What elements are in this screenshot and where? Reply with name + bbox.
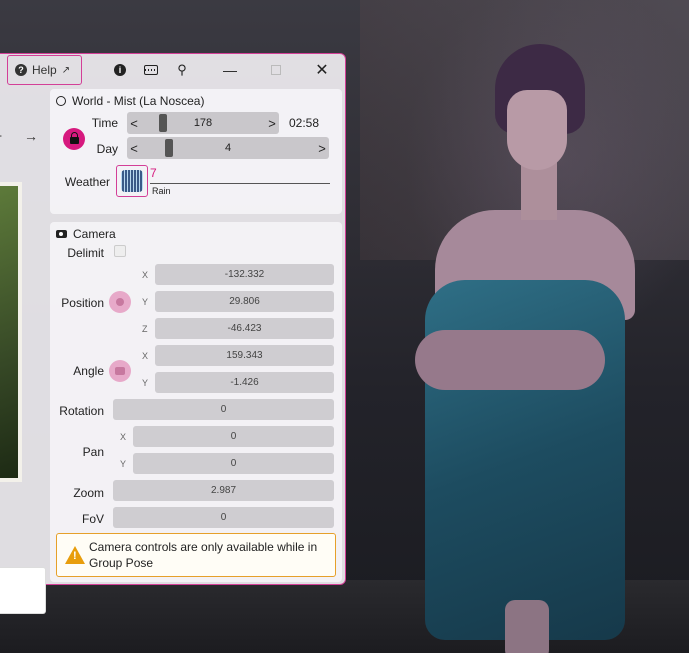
weather-label: Weather	[64, 175, 110, 189]
position-person-icon[interactable]	[109, 291, 131, 313]
left-pane: - →	[0, 86, 48, 614]
world-title: World - Mist (La Noscea)	[72, 94, 205, 108]
group-pose-notice: Camera controls are only available while…	[56, 533, 336, 577]
world-panel: World - Mist (La Noscea) Time < 178 > 02…	[50, 89, 342, 214]
chevron-left-icon[interactable]: <	[127, 141, 141, 156]
weather-id-input[interactable]: 7	[150, 166, 157, 180]
fov-field[interactable]: 0	[113, 507, 334, 528]
angle-camera-icon[interactable]	[109, 360, 131, 382]
position-label: Position	[61, 296, 104, 310]
help-button[interactable]: ? Help ↗	[7, 55, 82, 85]
zoom-label: Zoom	[73, 486, 104, 500]
character-arms	[415, 330, 605, 390]
world-header: World - Mist (La Noscea)	[56, 94, 204, 108]
chevron-left-icon[interactable]: <	[127, 116, 141, 131]
chevron-right-icon[interactable]: >	[265, 116, 279, 131]
delimit-checkbox[interactable]	[114, 245, 126, 257]
angle-label: Angle	[73, 364, 104, 378]
time-slider[interactable]: < 178 >	[127, 112, 279, 134]
position-z-axis: Z	[142, 324, 148, 334]
position-x-field[interactable]: -132.332	[155, 264, 334, 285]
notice-text: Camera controls are only available while…	[89, 540, 318, 570]
chevron-right-icon[interactable]: >	[315, 141, 329, 156]
maximize-icon[interactable]	[268, 62, 284, 78]
zoom-field[interactable]: 2.987	[113, 480, 334, 501]
rotation-label: Rotation	[59, 404, 104, 418]
day-slider[interactable]: < 4 >	[127, 137, 329, 159]
preview-image	[0, 182, 22, 482]
pan-label: Pan	[82, 445, 104, 459]
weather-icon-button[interactable]	[116, 165, 148, 197]
camera-header: Camera	[56, 227, 116, 241]
position-y-field[interactable]: 29.806	[155, 291, 334, 312]
arrow-left-icon[interactable]: -	[0, 128, 2, 142]
angle-y-field[interactable]: -1.426	[155, 372, 334, 393]
position-z-field[interactable]: -46.423	[155, 318, 334, 339]
angle-y-axis: Y	[142, 378, 149, 388]
camera-icon	[56, 230, 67, 238]
weather-name: Rain	[152, 186, 171, 196]
angle-x-axis: X	[142, 351, 149, 361]
minimize-icon[interactable]: —	[222, 62, 238, 78]
day-label: Day	[96, 142, 118, 156]
day-slider-thumb[interactable]	[165, 139, 173, 157]
rain-icon	[121, 170, 143, 192]
camera-title: Camera	[73, 227, 116, 241]
info-icon[interactable]: i	[112, 62, 128, 78]
external-link-icon: ↗	[61, 64, 71, 76]
lock-icon	[69, 132, 79, 144]
help-label: Help	[32, 63, 57, 77]
time-label: Time	[91, 116, 118, 130]
arrow-right-icon[interactable]: →	[24, 128, 38, 144]
warning-icon	[65, 546, 85, 564]
keyboard-icon[interactable]	[143, 62, 159, 78]
time-clock: 02:58	[289, 116, 320, 130]
tool-window: ? Help ↗ i ⚲ — ✕ - → World - Mist (La No…	[0, 53, 346, 614]
pan-y-field[interactable]: 0	[133, 453, 334, 474]
rotation-field[interactable]: 0	[113, 399, 334, 420]
time-slider-thumb[interactable]	[159, 114, 167, 132]
titlebar: ? Help ↗ i ⚲ — ✕	[0, 54, 345, 86]
character-face	[507, 90, 567, 170]
bottom-card	[0, 567, 46, 614]
question-icon: ?	[15, 64, 27, 76]
character-figure	[395, 40, 655, 653]
delimit-label: Delimit	[67, 246, 104, 260]
pin-icon[interactable]: ⚲	[174, 62, 190, 78]
camera-panel: Camera Delimit Position X -132.332 Y 29.…	[50, 222, 342, 582]
close-icon[interactable]: ✕	[314, 62, 330, 79]
angle-x-field[interactable]: 159.343	[155, 345, 334, 366]
fov-label: FoV	[81, 512, 104, 526]
character-leg	[505, 600, 549, 653]
lock-button[interactable]	[63, 128, 85, 150]
position-y-axis: Y	[142, 297, 149, 307]
globe-icon	[56, 96, 66, 106]
weather-input-underline	[150, 183, 330, 184]
pan-y-axis: Y	[120, 459, 127, 469]
position-x-axis: X	[142, 270, 149, 280]
pan-x-axis: X	[120, 432, 127, 442]
pan-x-field[interactable]: 0	[133, 426, 334, 447]
